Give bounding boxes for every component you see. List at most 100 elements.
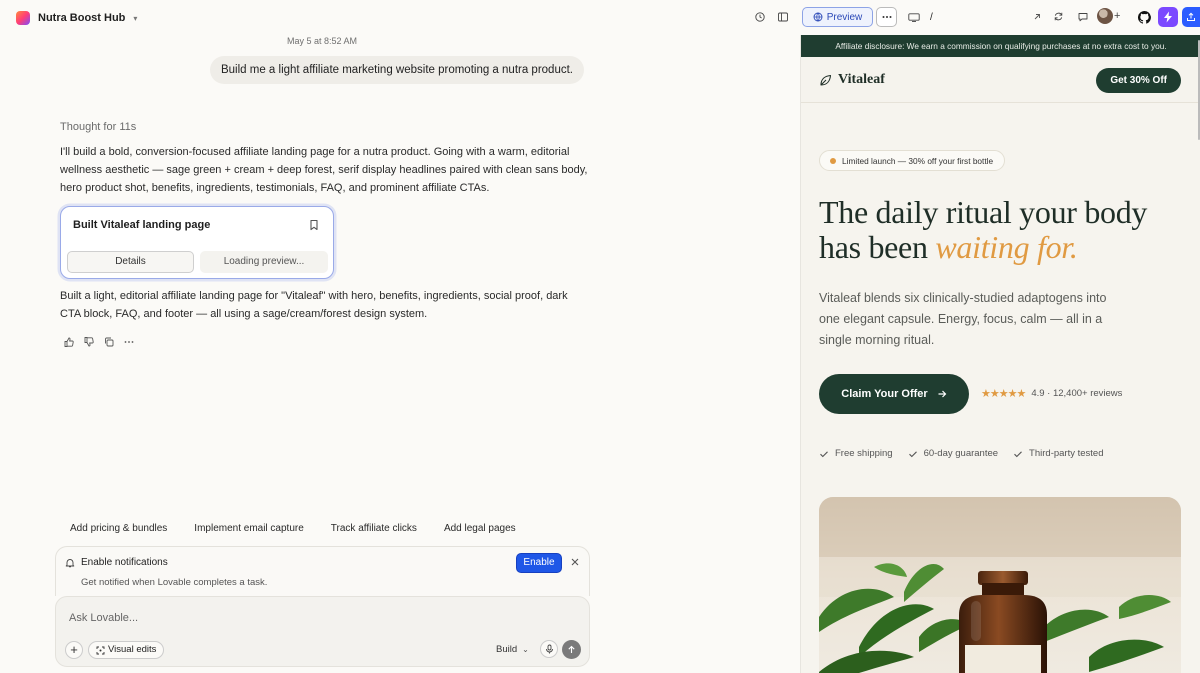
copy-icon[interactable] xyxy=(103,336,115,348)
upload-icon xyxy=(1187,12,1195,21)
chevron-down-icon: ⌄ xyxy=(522,645,529,654)
launch-badge: Limited launch — 30% off your first bott… xyxy=(819,150,1006,171)
headline-accent: waiting for. xyxy=(935,229,1078,265)
url-path: / xyxy=(930,11,933,23)
project-name: Nutra Boost Hub xyxy=(38,12,126,24)
badge-text: Limited launch — 30% off your first bott… xyxy=(842,155,994,166)
preview-label: Preview xyxy=(826,11,863,23)
sidebar-toggle-button[interactable] xyxy=(773,7,793,27)
assistant-reply-intro: I'll build a bold, conversion-focused af… xyxy=(60,146,588,194)
brand-name: Vitaleaf xyxy=(838,72,885,87)
chat-bubble-icon xyxy=(1078,13,1088,22)
bell-icon xyxy=(65,559,75,568)
check-icon xyxy=(908,450,917,457)
device-monitor-icon[interactable] xyxy=(908,12,920,22)
suggestion-affiliate-clicks[interactable]: Track affiliate clicks xyxy=(321,518,427,539)
leaf-icon xyxy=(820,74,832,86)
add-attachment-button[interactable]: + xyxy=(65,641,83,659)
site-preview: Affiliate disclosure: We earn a commissi… xyxy=(800,35,1200,673)
refresh-icon[interactable] xyxy=(1053,11,1064,22)
feature-item: Third-party tested xyxy=(1013,448,1104,459)
feature-label: Free shipping xyxy=(835,448,893,459)
star-rating-icon: ★★★★★ xyxy=(981,388,1026,400)
notification-title: Enable notifications xyxy=(81,557,168,568)
chat-input[interactable]: Ask Lovable... xyxy=(69,612,138,624)
suggestion-legal-pages[interactable]: Add legal pages xyxy=(434,518,526,539)
rating-text: 4.9 · 12,400+ reviews xyxy=(1031,388,1123,399)
suggestion-pricing[interactable]: Add pricing & bundles xyxy=(60,518,177,539)
badge-dot xyxy=(830,157,836,164)
sidebar-icon xyxy=(778,12,788,22)
nav-cta-button[interactable]: Get 30% Off xyxy=(1096,68,1181,93)
chat-composer: Ask Lovable... + Visual edits Build ⌄ xyxy=(55,596,590,667)
lightning-icon xyxy=(1164,11,1172,23)
thumbs-down-icon[interactable] xyxy=(83,336,95,348)
visual-edits-icon xyxy=(96,646,105,654)
avatar[interactable] xyxy=(1097,8,1113,24)
history-icon xyxy=(755,12,765,22)
more-views-button[interactable] xyxy=(876,7,897,27)
feature-item: 60-day guarantee xyxy=(908,448,998,459)
visual-edits-label: Visual edits xyxy=(108,644,157,655)
more-icon[interactable] xyxy=(123,336,135,348)
thought-duration[interactable]: Thought for 11s xyxy=(60,121,136,133)
share-button[interactable] xyxy=(1182,7,1200,27)
hero-subhead: Vitaleaf blends six clinically-studied a… xyxy=(819,291,1107,347)
upgrade-bolt-button[interactable] xyxy=(1158,7,1178,27)
feature-list: Free shipping 60-day guarantee Third-par… xyxy=(819,448,1104,459)
check-icon xyxy=(1014,450,1022,457)
enable-notifications-button[interactable]: Enable xyxy=(516,553,562,573)
arrow-up-icon xyxy=(568,645,575,653)
microphone-button[interactable] xyxy=(540,640,558,658)
feature-label: 60-day guarantee xyxy=(923,448,999,459)
mode-selector[interactable]: Build ⌄ xyxy=(496,644,529,655)
project-switcher[interactable]: Nutra Boost Hub ▾ xyxy=(16,9,137,27)
preview-tab-button[interactable]: Preview xyxy=(802,7,873,27)
assistant-reply-summary: Built a light, editorial affiliate landi… xyxy=(60,290,568,320)
chat-timestamp: May 5 at 8:52 AM xyxy=(286,36,358,46)
suggestion-email-capture[interactable]: Implement email capture xyxy=(184,518,314,539)
hero-headline: The daily ritual your body has been wait… xyxy=(819,195,1189,265)
user-message: Build me a light affiliate marketing web… xyxy=(209,56,584,84)
site-brand[interactable]: Vitaleaf xyxy=(819,72,885,88)
check-icon xyxy=(820,450,828,457)
product-bottle-illustration xyxy=(819,497,1181,673)
mode-label: Build xyxy=(496,644,518,655)
build-card-title: Built Vitaleaf landing page xyxy=(73,219,211,231)
bookmark-icon[interactable] xyxy=(307,218,321,232)
chat-bubble-button[interactable] xyxy=(1073,7,1093,27)
external-link-icon[interactable] xyxy=(1032,12,1042,22)
notification-banner: Enable notifications Get notified when L… xyxy=(55,546,590,596)
globe-icon xyxy=(813,12,823,22)
arrow-right-icon xyxy=(938,390,947,398)
chevron-down-icon: ▾ xyxy=(133,13,138,23)
preview-url-bar[interactable]: / xyxy=(904,7,1068,27)
thumbs-up-icon[interactable] xyxy=(63,336,75,348)
claim-offer-button[interactable]: Claim Your Offer xyxy=(819,374,969,414)
lovable-logo-icon xyxy=(16,11,30,25)
github-icon xyxy=(1137,10,1151,24)
history-button[interactable] xyxy=(750,7,770,27)
notification-description: Get notified when Lovable completes a ta… xyxy=(81,577,268,588)
microphone-icon xyxy=(545,644,553,654)
hero-product-image xyxy=(819,497,1181,673)
rating-summary: ★★★★★ 4.9 · 12,400+ reviews xyxy=(981,387,1122,400)
chat-pane: Nutra Boost Hub ▾ May 5 at 8:52 AM Build… xyxy=(0,0,800,673)
feature-item: Free shipping xyxy=(819,448,893,459)
preview-loading-button[interactable]: Loading preview... xyxy=(200,251,328,273)
build-result-card[interactable]: Built Vitaleaf landing page Details Load… xyxy=(60,206,334,279)
site-nav: Vitaleaf Get 30% Off xyxy=(801,57,1200,103)
app-root: Nutra Boost Hub ▾ May 5 at 8:52 AM Build… xyxy=(0,0,1200,673)
affiliate-disclosure-bar: Affiliate disclosure: We earn a commissi… xyxy=(801,35,1200,57)
visual-edits-button[interactable]: Visual edits xyxy=(88,641,165,659)
suggestion-chips: Add pricing & bundles Implement email ca… xyxy=(60,518,526,539)
details-button[interactable]: Details xyxy=(67,251,194,273)
github-button[interactable] xyxy=(1134,7,1154,27)
close-icon[interactable] xyxy=(570,557,580,567)
feature-label: Third-party tested xyxy=(1029,448,1104,459)
invite-plus-icon[interactable]: + xyxy=(1114,10,1120,22)
message-actions xyxy=(63,336,135,348)
send-button[interactable] xyxy=(562,640,581,659)
claim-offer-label: Claim Your Offer xyxy=(841,388,928,400)
more-icon xyxy=(882,16,891,18)
